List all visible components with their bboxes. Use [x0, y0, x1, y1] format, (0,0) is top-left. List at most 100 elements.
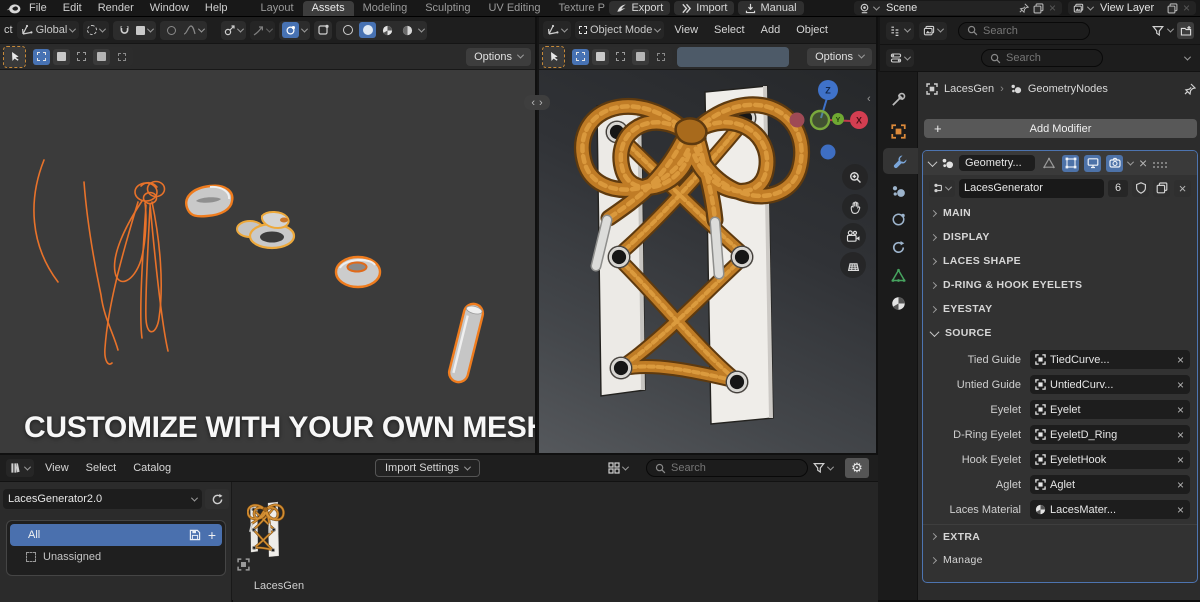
- catalog-all[interactable]: All +: [10, 524, 222, 546]
- panel-laces-shape[interactable]: LACES SHAPE: [923, 249, 1197, 273]
- menu-select[interactable]: Select: [708, 24, 751, 36]
- menu-catalog[interactable]: Catalog: [127, 462, 177, 474]
- tied-guide-field[interactable]: TiedCurve...×: [1030, 350, 1190, 369]
- select-lasso-icon[interactable]: [632, 49, 649, 65]
- filter-icon[interactable]: [1152, 25, 1164, 37]
- outliner-search[interactable]: [958, 22, 1090, 40]
- options-dropdown[interactable]: Options: [807, 48, 872, 66]
- clear-icon[interactable]: ×: [1176, 354, 1185, 366]
- workspace-tab-texture-paint[interactable]: Texture P: [549, 1, 605, 16]
- rendered-shading-icon[interactable]: [399, 22, 416, 38]
- workspace-tab-sculpting[interactable]: Sculpting: [416, 1, 479, 16]
- laces-material-field[interactable]: LacesMater...×: [1030, 500, 1190, 519]
- cursor-tool-button[interactable]: [4, 47, 25, 67]
- unlink-node-group-button[interactable]: ×: [1174, 180, 1191, 197]
- outliner-editor-type-button[interactable]: [886, 22, 914, 40]
- scene-selector[interactable]: Scene ×: [854, 1, 1062, 15]
- tab-modifiers[interactable]: [883, 148, 918, 174]
- clear-icon[interactable]: ×: [1176, 504, 1185, 516]
- view-layer-selector[interactable]: View Layer ×: [1068, 1, 1196, 15]
- browse-node-group-button[interactable]: [929, 180, 955, 197]
- users-count-button[interactable]: 6: [1108, 180, 1128, 197]
- import-settings-dropdown[interactable]: Import Settings: [375, 459, 480, 477]
- tab-particles[interactable]: [878, 178, 918, 204]
- panel-dring-hook-eyelets[interactable]: D-RING & HOOK EYELETS: [923, 273, 1197, 297]
- modifier-extras-icon[interactable]: [1127, 158, 1134, 165]
- panel-main[interactable]: MAIN: [923, 201, 1197, 225]
- select-box-icon[interactable]: [592, 49, 609, 65]
- select-intersect-icon[interactable]: [652, 49, 669, 65]
- select-tweak-icon[interactable]: [572, 49, 589, 65]
- menu-file[interactable]: File: [21, 2, 55, 14]
- aglet-field[interactable]: Aglet×: [1030, 475, 1190, 494]
- gizmo-icon[interactable]: [282, 22, 299, 38]
- node-group-name-field[interactable]: LacesGenerator: [959, 179, 1104, 198]
- asset-editor-type-button[interactable]: [6, 459, 34, 477]
- pin-icon[interactable]: [1184, 83, 1196, 95]
- add-modifier-button[interactable]: + Add Modifier: [924, 119, 1197, 138]
- workspace-tab-uv-editing[interactable]: UV Editing: [479, 1, 549, 16]
- viewport-display-toggle[interactable]: [1084, 155, 1101, 172]
- properties-options-icon[interactable]: [1184, 53, 1191, 60]
- select-intersect-icon[interactable]: [113, 49, 130, 65]
- asset-filter-button[interactable]: [813, 462, 833, 474]
- proportional-circle-icon[interactable]: [163, 22, 180, 38]
- new-collection-button[interactable]: [1177, 22, 1194, 39]
- breadcrumb-object[interactable]: LacesGen: [944, 83, 994, 95]
- snap-with-dropdown[interactable]: [250, 21, 275, 40]
- menu-add[interactable]: Add: [755, 24, 787, 36]
- clear-icon[interactable]: ×: [1176, 404, 1185, 416]
- import-button[interactable]: Import: [674, 1, 734, 15]
- menu-object[interactable]: Object: [790, 24, 834, 36]
- transform-orientation-dropdown[interactable]: Global: [17, 21, 80, 39]
- region-splitter[interactable]: ‹›: [524, 95, 550, 110]
- workspace-tab-modeling[interactable]: Modeling: [354, 1, 417, 16]
- clear-icon[interactable]: ×: [1176, 454, 1185, 466]
- panel-manage[interactable]: Manage: [923, 548, 1197, 572]
- asset-library-dropdown[interactable]: LacesGenerator2.0: [3, 489, 202, 509]
- select-lasso-icon[interactable]: [93, 49, 110, 65]
- new-layer-icon[interactable]: [1167, 3, 1178, 14]
- menu-render[interactable]: Render: [90, 2, 142, 14]
- snapping-dropdown[interactable]: [83, 21, 109, 39]
- select-circle-icon[interactable]: [612, 49, 629, 65]
- render-display-toggle[interactable]: [1106, 155, 1123, 172]
- pan-hand-button[interactable]: [842, 194, 868, 220]
- asset-search-input[interactable]: [671, 462, 799, 474]
- snap-toggle-group[interactable]: [113, 21, 156, 40]
- asset-search[interactable]: [646, 459, 808, 477]
- editor-type-button[interactable]: [543, 21, 571, 39]
- outliner-search-input[interactable]: [983, 25, 1081, 37]
- modifier-name-field[interactable]: Geometry...: [959, 155, 1035, 171]
- clear-icon[interactable]: ×: [1176, 479, 1185, 491]
- tab-object[interactable]: [878, 118, 918, 144]
- pin-icon[interactable]: [1019, 3, 1029, 13]
- new-scene-icon[interactable]: [1033, 3, 1044, 14]
- workspace-tab-assets[interactable]: Assets: [303, 1, 354, 16]
- blender-logo-icon[interactable]: [6, 2, 21, 15]
- properties-search-input[interactable]: [1006, 52, 1094, 64]
- properties-editor-type-button[interactable]: [886, 49, 914, 67]
- navigation-gizmo[interactable]: Z Y X: [783, 75, 878, 170]
- sidebar-collapse-icon[interactable]: ‹: [867, 93, 871, 105]
- tab-physics[interactable]: [878, 206, 918, 232]
- export-button[interactable]: Export: [609, 1, 670, 15]
- select-circle-icon[interactable]: [73, 49, 90, 65]
- modifier-panel-header[interactable]: Geometry... ×: [923, 151, 1197, 175]
- panel-source[interactable]: SOURCE: [923, 321, 1197, 345]
- panel-eyestay[interactable]: EYESTAY: [923, 297, 1197, 321]
- tab-material[interactable]: [878, 290, 918, 316]
- asset-settings-button[interactable]: ⚙: [845, 458, 869, 478]
- panel-display[interactable]: DISPLAY: [923, 225, 1197, 249]
- edit-mode-display-toggle[interactable]: [1040, 155, 1057, 172]
- cursor-tool-button[interactable]: [543, 47, 564, 67]
- d-ring-eyelet-field[interactable]: EyeletD_Ring×: [1030, 425, 1190, 444]
- asset-item-lacesgen[interactable]: LacesGen: [247, 486, 311, 598]
- close-modifier-icon[interactable]: ×: [1138, 156, 1148, 170]
- magnet-icon[interactable]: [116, 22, 133, 38]
- wireframe-shading-icon[interactable]: [339, 22, 356, 38]
- pivot-point-dropdown[interactable]: [221, 21, 246, 40]
- properties-search[interactable]: [981, 49, 1103, 67]
- menu-edit[interactable]: Edit: [55, 2, 90, 14]
- source-meshes-canvas[interactable]: [0, 70, 537, 453]
